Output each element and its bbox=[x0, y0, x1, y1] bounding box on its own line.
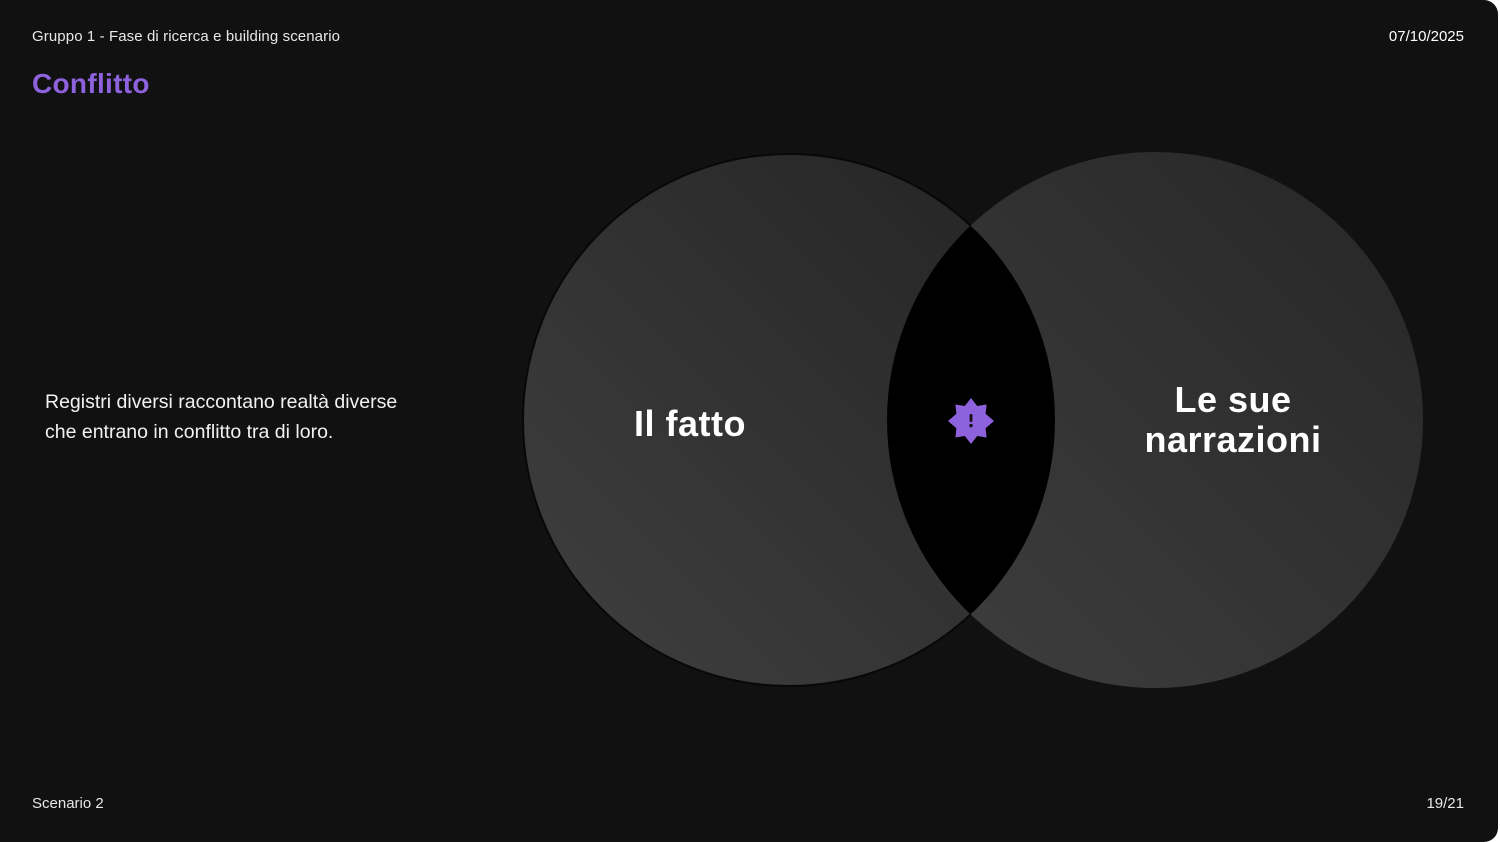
footer-page-number: 19/21 bbox=[1426, 795, 1464, 812]
venn-label-right-line-1: Le sue bbox=[1174, 379, 1292, 420]
venn-label-right-line-2: narrazioni bbox=[1144, 419, 1322, 460]
venn-label-left: Il fatto bbox=[634, 403, 746, 444]
venn-label-right: Le sue narrazioni bbox=[1113, 380, 1353, 460]
slide: Gruppo 1 - Fase di ricerca e building sc… bbox=[0, 0, 1498, 842]
footer-scenario: Scenario 2 bbox=[32, 795, 104, 812]
